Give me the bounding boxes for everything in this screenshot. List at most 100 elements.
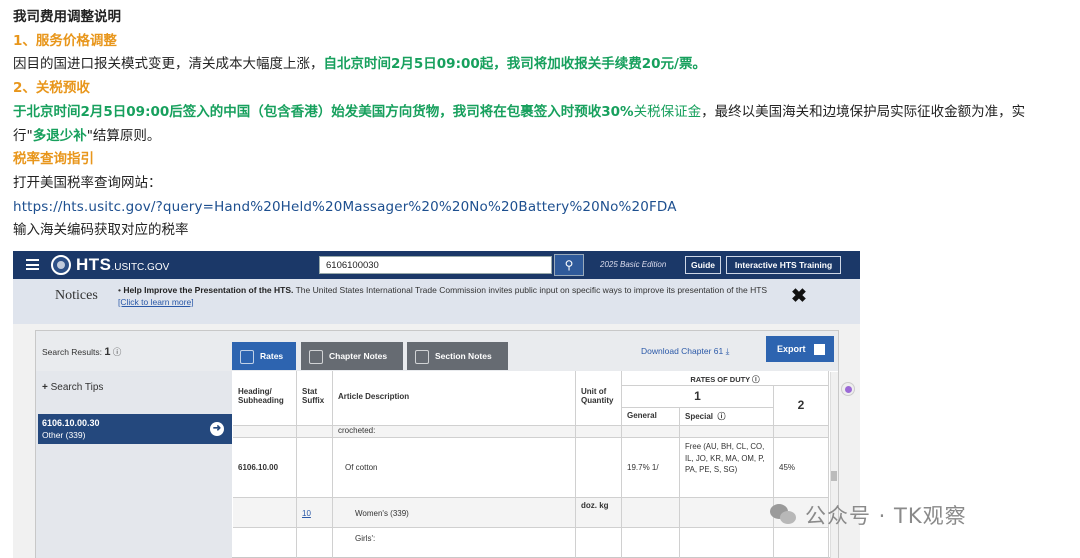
result-item[interactable]: 6106.10.00.30 Other (339) ➜ <box>38 414 232 444</box>
table-row-special: Free (AU, BH, CL, CO, IL, JO, KR, MA, OM… <box>680 438 774 498</box>
info-icon[interactable]: ⓘ <box>113 347 122 357</box>
results-sidebar: + Search Tips 6106.10.00.30 Other (339) … <box>36 371 232 558</box>
arrow-right-icon[interactable]: ➜ <box>210 422 224 436</box>
col-heading-header: Heading/ Subheading <box>233 371 297 426</box>
guide-button[interactable]: Guide <box>685 256 721 274</box>
table-cell <box>576 438 622 498</box>
download-chapter-link[interactable]: Download Chapter 61 ⤓ <box>641 346 729 357</box>
hts-screenshot: HTS.USITC.GOV 6106100030 ⚲ 2025 Basic Ed… <box>13 251 860 558</box>
col-unit-header: Unit of Quantity <box>576 371 622 426</box>
table-cell <box>576 528 622 558</box>
chart-icon <box>240 349 254 364</box>
tab-chapter-notes[interactable]: Chapter Notes <box>301 342 403 370</box>
table-row-desc: Women's (339) <box>333 498 576 528</box>
notice-learn-more-link[interactable]: [Click to learn more] <box>118 297 194 307</box>
table-cell <box>680 528 774 558</box>
article-body: 我司费用调整说明 1、服务价格调整 因目的国进口报关模式变更，清关成本大幅度上涨… <box>13 6 1073 243</box>
menu-icon[interactable] <box>26 259 39 270</box>
tab-section-notes-label: Section Notes <box>435 351 492 361</box>
document-icon <box>415 349 429 364</box>
section-1-plain: 因目的国进口报关模式变更，清关成本大幅度上涨， <box>13 56 324 73</box>
download-label: Download Chapter 61 <box>641 346 724 356</box>
info-icon[interactable]: ⓘ <box>717 412 725 421</box>
table-row-heading: 6106.10.00 <box>233 438 297 498</box>
table-row-general: 19.7% 1/ <box>622 438 680 498</box>
table-scrollbar[interactable] <box>830 372 838 558</box>
section-1-highlight: 自北京时间2月5日09:00起，我司将加收报关手续费20元/票。 <box>323 56 706 73</box>
table-row-desc: crocheted: <box>333 426 576 438</box>
results-label: Search Results: <box>42 347 105 357</box>
table-cell <box>233 426 297 438</box>
scrollbar-thumb[interactable] <box>831 471 837 481</box>
section-1-text: 因目的国进口报关模式变更，清关成本大幅度上涨，自北京时间2月5日09:00起，我… <box>13 53 1073 77</box>
export-button[interactable]: Export <box>766 336 834 362</box>
table-cell <box>680 498 774 528</box>
tab-rates-label: Rates <box>260 351 284 361</box>
tab-section-notes[interactable]: Section Notes <box>407 342 508 370</box>
col-desc-header: Article Description <box>333 371 576 426</box>
table-cell <box>774 528 829 558</box>
table-row-col2: 45% <box>774 438 829 498</box>
section-2-text: 于北京时间2月5日09:00后签入的中国（包含香港）始发美国方向货物，我司将在包… <box>13 101 1073 125</box>
section-2-deposit: 关税保证金 <box>633 103 702 120</box>
hts-search-input[interactable]: 6106100030 <box>319 256 552 274</box>
results-panel: Search Results: 1 ⓘ Rates Chapter Notes … <box>35 330 839 558</box>
watermark-text: 公众号 · TK观察 <box>805 504 967 528</box>
col-1-header: 1 <box>622 386 774 408</box>
document-icon <box>309 349 323 364</box>
tab-chapter-notes-label: Chapter Notes <box>329 351 388 361</box>
close-icon[interactable]: ✖ <box>791 285 807 308</box>
notice-bold: Help Improve the Presentation of the HTS… <box>123 285 294 295</box>
results-number: 1 <box>104 346 111 358</box>
rates-table: Heading/ Subheading Stat Suffix Article … <box>233 371 837 558</box>
col-special-header: Special ⓘ <box>680 408 774 426</box>
col-stat-header: Stat Suffix <box>297 371 333 426</box>
table-cell <box>576 426 622 438</box>
section-2-line2-a: 行" <box>13 127 33 144</box>
tab-rates[interactable]: Rates <box>232 342 296 370</box>
edition-label: 2025 Basic Edition <box>600 260 667 269</box>
export-label: Export <box>777 344 806 354</box>
col-2-header: 2 <box>774 386 829 426</box>
table-cell <box>297 528 333 558</box>
result-desc: Other (339) <box>42 430 86 440</box>
search-button[interactable]: ⚲ <box>554 254 584 276</box>
table-cell <box>233 528 297 558</box>
table-row-desc: Girls': <box>333 528 576 558</box>
section-1-heading: 1、服务价格调整 <box>13 32 117 49</box>
hts-logo[interactable]: HTS.USITC.GOV <box>76 255 169 275</box>
hts-logo-suffix: .USITC.GOV <box>111 262 170 273</box>
article-title: 我司费用调整说明 <box>13 9 121 25</box>
search-results-count: Search Results: 1 ⓘ <box>42 346 121 358</box>
rates-of-duty-label: RATES OF DUTY <box>690 375 751 384</box>
search-tips-label: Search Tips <box>50 382 104 393</box>
hts-header-bar: HTS.USITC.GOV 6106100030 ⚲ 2025 Basic Ed… <box>13 251 860 279</box>
training-button[interactable]: Interactive HTS Training <box>726 256 841 274</box>
section-2-refund-rule: 多退少补 <box>32 127 87 144</box>
section-2-highlight: 于北京时间2月5日09:00后签入的中国（包含香港）始发美国方向货物，我司将在包… <box>13 103 634 120</box>
section-3-line3: 输入海关编码获取对应的税率 <box>13 222 189 239</box>
notices-bar: Notices • Help Improve the Presentation … <box>13 279 860 324</box>
section-2-heading: 2、关税预收 <box>13 80 90 97</box>
section-2-text-line2: 行"多退少补"结算原则。 <box>13 125 1073 149</box>
wechat-icon <box>770 504 797 526</box>
table-row-unit: doz. kg <box>576 498 622 528</box>
stat-suffix-link[interactable]: 10 <box>297 498 333 528</box>
table-cell <box>297 438 333 498</box>
notice-text: The United States International Trade Co… <box>293 285 768 295</box>
info-icon[interactable]: ⓘ <box>752 375 760 384</box>
hts-logo-text: HTS <box>76 255 112 274</box>
results-toolbar: Search Results: 1 ⓘ Rates Chapter Notes … <box>36 331 838 371</box>
usitc-seal-icon <box>51 255 71 275</box>
section-3-line1: 打开美国税率查询网站： <box>13 174 162 191</box>
floating-assistant-icon[interactable] <box>841 382 855 396</box>
section-2-plain: ，最终以美国海关和边境保护局实际征收金额为准，实 <box>701 103 1026 120</box>
rates-of-duty-header: RATES OF DUTY ⓘ <box>622 371 829 386</box>
table-cell <box>622 498 680 528</box>
hts-url-link[interactable]: https://hts.usitc.gov/?query=Hand%20Held… <box>13 196 1073 220</box>
table-cell <box>233 498 297 528</box>
search-tips-toggle[interactable]: + Search Tips <box>42 382 103 393</box>
table-cell <box>774 426 829 438</box>
table-cell <box>680 426 774 438</box>
table-cell <box>622 528 680 558</box>
